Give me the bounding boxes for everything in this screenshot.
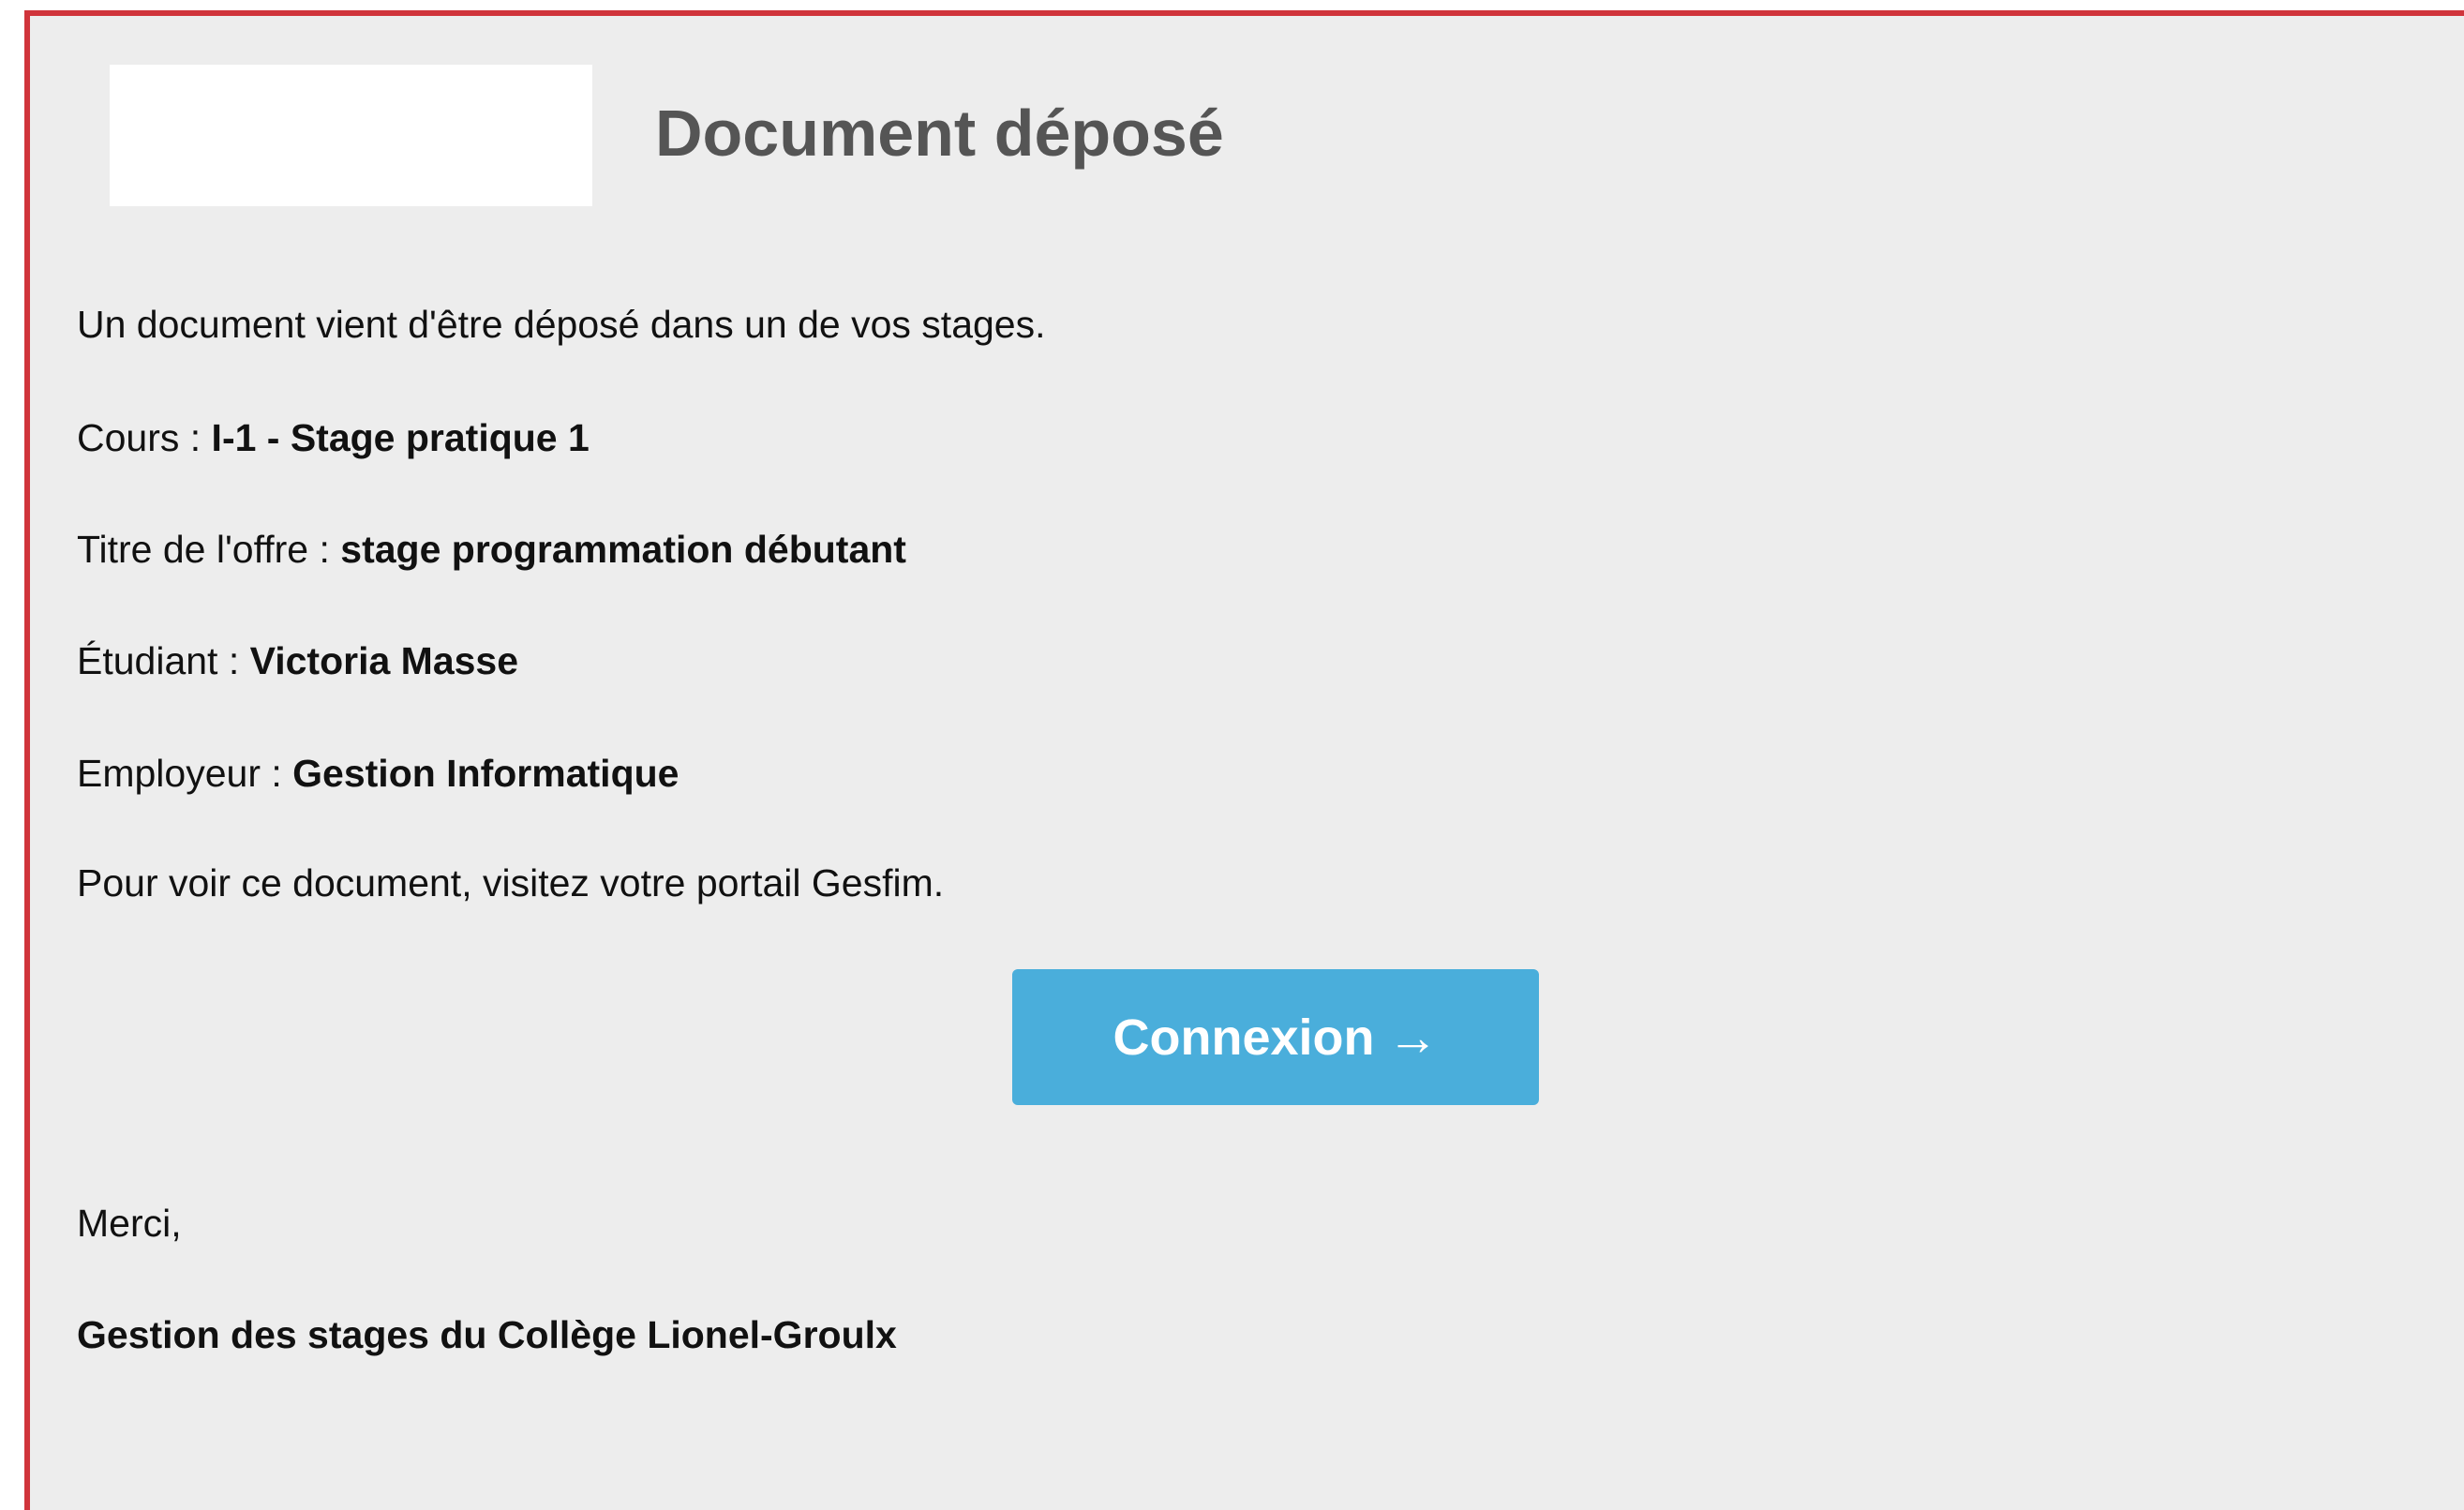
field-offer-title-value: stage programmation débutant [340, 528, 906, 571]
field-offer-title: Titre de l'offre : stage programmation d… [77, 531, 906, 569]
email-title: Document déposé [655, 97, 1224, 170]
field-offer-title-label: Titre de l'offre : [77, 528, 341, 571]
field-employer-value: Gestion Informatique [292, 752, 679, 795]
email-body: Document déposé Un document vient d'être… [24, 10, 2464, 1510]
field-course: Cours : I-1 - Stage pratique 1 [77, 419, 590, 457]
field-employer: Employeur : Gestion Informatique [77, 755, 679, 793]
field-course-value: I-1 - Stage pratique 1 [211, 416, 590, 459]
field-employer-label: Employeur : [77, 752, 293, 795]
field-student-label: Étudiant : [77, 639, 250, 682]
closing-text: Merci, [77, 1202, 182, 1245]
field-course-label: Cours : [77, 416, 212, 459]
logo-placeholder [110, 65, 592, 206]
field-student: Étudiant : Victoria Masse [77, 642, 518, 680]
field-student-value: Victoria Masse [249, 639, 519, 682]
connexion-button[interactable]: Connexion → [1012, 969, 1539, 1105]
signature-text: Gestion des stages du Collège Lionel-Gro… [77, 1313, 897, 1356]
connexion-button-label: Connexion [1113, 1009, 1375, 1066]
instruction-text: Pour voir ce document, visitez votre por… [77, 861, 945, 905]
arrow-right-icon: → [1387, 1009, 1439, 1066]
intro-text: Un document vient d'être déposé dans un … [77, 303, 1046, 346]
